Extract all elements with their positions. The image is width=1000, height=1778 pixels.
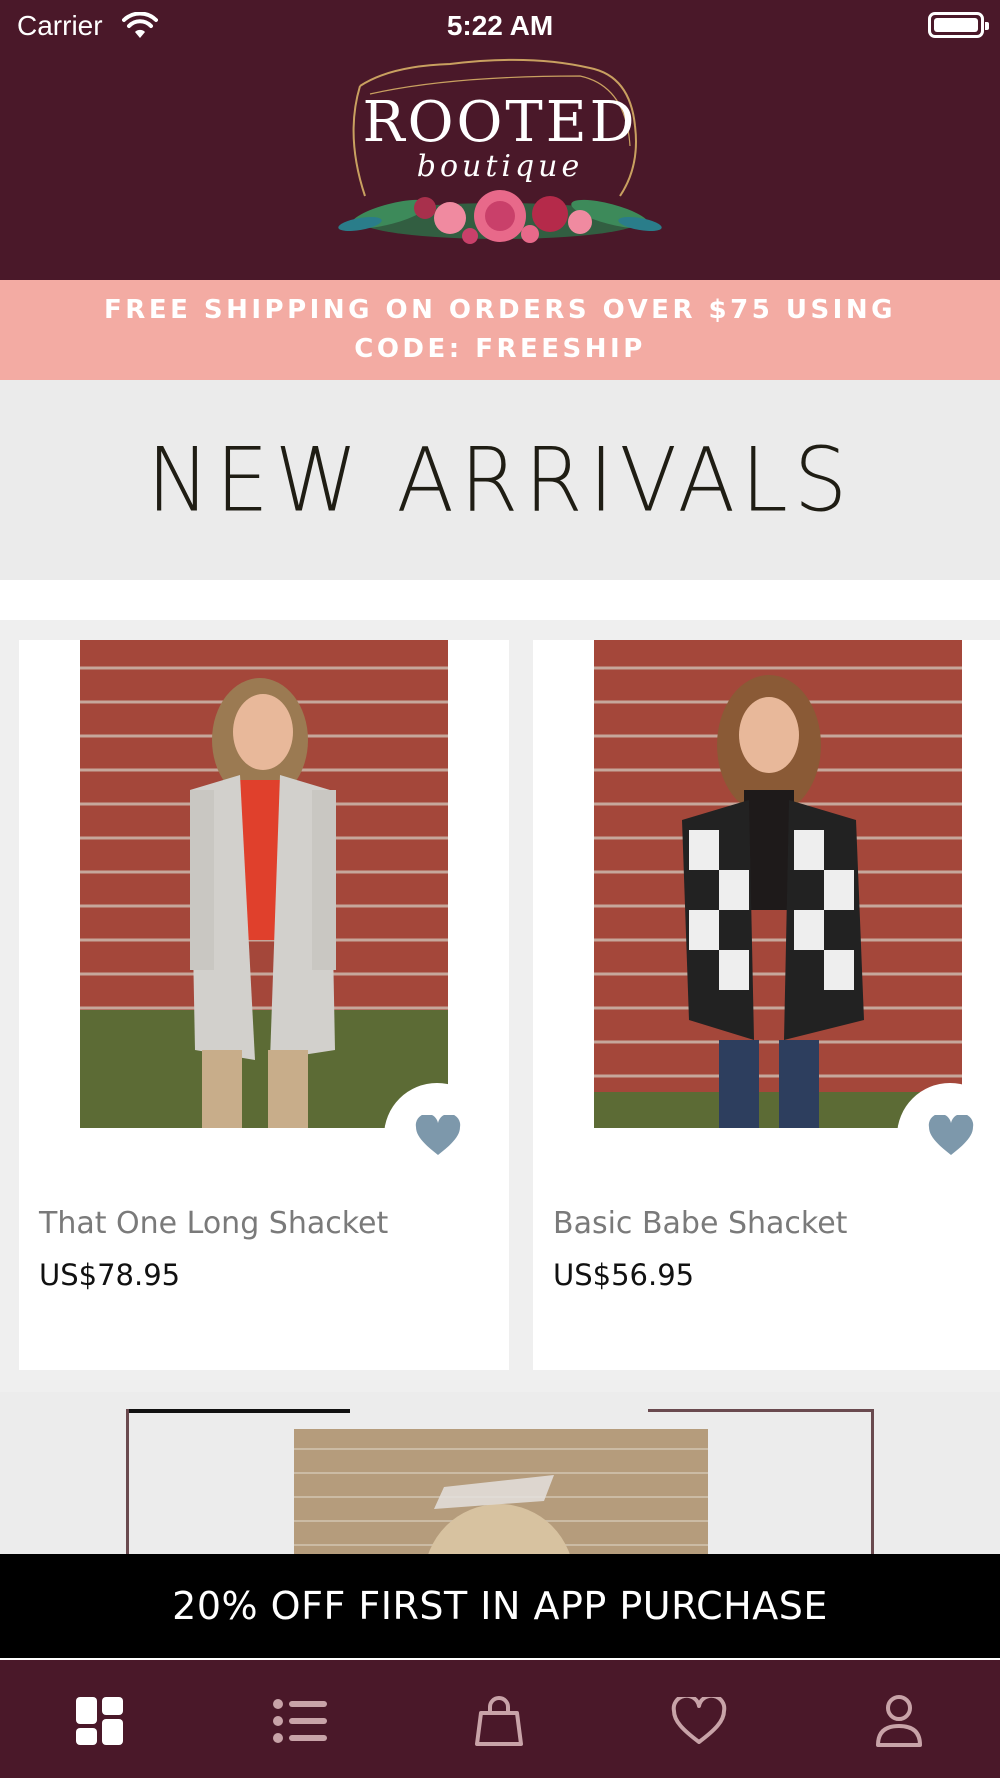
frame-top-left-line [126,1409,350,1413]
bottom-tab-bar [0,1660,1000,1778]
app-header: Carrier 5:22 AM ROOTED boutique [0,0,1000,280]
shopping-bag-icon [475,1696,523,1746]
clock: 5:22 AM [446,10,554,41]
list-icon [273,1699,327,1743]
free-shipping-banner[interactable]: FREE SHIPPING ON ORDERS OVER $75 USING C… [0,280,1000,380]
profile-icon [876,1695,922,1747]
first-purchase-discount-bar[interactable]: 20% OFF FIRST IN APP PURCHASE [0,1554,1000,1658]
product-card[interactable]: Basic Babe Shacket US$56.95 [533,640,1000,1370]
frame-left-line [126,1409,129,1554]
logo-title: ROOTED [362,90,638,155]
frame-right-line [871,1409,874,1554]
battery-icon [928,12,989,38]
tab-home[interactable] [70,1694,130,1748]
tab-account[interactable] [869,1694,929,1748]
product-image[interactable] [594,640,962,1128]
free-shipping-text: FREE SHIPPING ON ORDERS OVER $75 USING C… [104,295,896,364]
product-card[interactable]: That One Long Shacket US$78.95 [19,640,509,1370]
product-price: US$78.95 [39,1258,181,1292]
new-arrivals-title: NEW ARRIVALS [146,428,854,532]
brand-logo[interactable]: ROOTED boutique [330,46,670,266]
product-image[interactable] [80,640,448,1128]
logo-subtitle: boutique [416,149,584,184]
home-grid-icon [76,1697,123,1745]
collection-preview[interactable] [0,1392,1000,1554]
status-bar: Carrier 5:22 AM [0,0,1000,50]
heart-icon [928,1115,974,1155]
preview-image[interactable] [294,1429,708,1554]
heart-icon [671,1697,727,1744]
favorite-button[interactable] [384,1083,490,1189]
tab-categories[interactable] [270,1694,330,1748]
tab-wishlist[interactable] [669,1694,729,1748]
frame-top-right-line [648,1409,874,1412]
favorite-button[interactable] [897,1083,1000,1189]
tab-cart[interactable] [469,1694,529,1748]
product-name[interactable]: Basic Babe Shacket [553,1206,847,1241]
product-carousel[interactable]: That One Long Shacket US$78.95 Basic Bab… [0,580,1000,1392]
new-arrivals-banner[interactable]: NEW ARRIVALS [0,380,1000,580]
heart-icon [415,1115,461,1155]
product-price: US$56.95 [553,1258,695,1292]
product-name[interactable]: That One Long Shacket [39,1206,388,1241]
discount-text: 20% OFF FIRST IN APP PURCHASE [172,1584,828,1628]
